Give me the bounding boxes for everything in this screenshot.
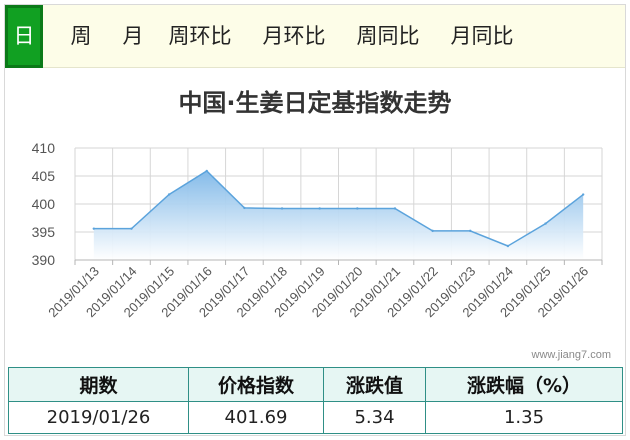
data-point	[581, 193, 585, 196]
summary-data-row: 2019/01/26 401.69 5.34 1.35	[8, 401, 623, 434]
tab-day[interactable]: 日	[5, 5, 43, 68]
y-tick-label: 390	[32, 252, 56, 268]
y-tick-label: 410	[32, 140, 56, 156]
data-point	[393, 207, 397, 210]
watermark: www.jiang7.com	[531, 349, 611, 361]
period-tab-bar: 日周月周环比 月环比 周同比 月同比	[5, 5, 625, 68]
y-tick-label: 395	[32, 224, 56, 240]
chart-title: 中国·生姜日定基指数走势	[178, 89, 451, 117]
tab-month[interactable]: 月	[109, 5, 157, 68]
data-point	[469, 229, 472, 233]
chart-area: 中国·生姜日定基指数走势 410 405 400 395 390 2019/01/13 201…	[5, 75, 625, 365]
header-change-value: 涨跌值	[323, 367, 426, 402]
data-point	[167, 193, 171, 196]
tab-month-on-month[interactable]: 月环比	[255, 5, 333, 68]
summary-header-row: 期数 价格指数 涨跌值 涨跌幅（%）	[8, 367, 623, 402]
data-point	[356, 207, 359, 210]
index-chart: 中国·生姜日定基指数走势4104054003953902019/01/13201…	[32, 89, 603, 320]
header-period: 期数	[8, 367, 189, 402]
data-point	[431, 229, 434, 233]
header-change-percent: 涨跌幅（%）	[425, 367, 623, 402]
cell-period: 2019/01/26	[8, 401, 189, 434]
data-point	[280, 207, 284, 210]
data-point	[506, 244, 510, 248]
data-point	[92, 227, 96, 230]
data-point	[544, 222, 547, 225]
tab-week-on-week[interactable]: 周环比	[161, 5, 239, 68]
cell-change-percent: 1.35	[425, 401, 623, 434]
cell-change-value: 5.34	[323, 401, 426, 434]
tab-week-yoy[interactable]: 周同比	[349, 5, 427, 68]
data-point	[318, 207, 321, 210]
chart-panel: 日周月周环比 月环比 周同比 月同比 中国·生姜日定基指数走势 410 405 400 395…	[4, 4, 626, 436]
tab-week[interactable]: 周	[57, 5, 105, 68]
y-tick-label: 400	[32, 196, 56, 212]
data-point	[130, 227, 133, 230]
data-point	[205, 169, 208, 173]
y-tick-label: 405	[32, 168, 56, 184]
summary-table: 期数 价格指数 涨跌值 涨跌幅（%） 2019/01/26 401.69 5.3…	[8, 367, 623, 434]
tab-month-yoy[interactable]: 月同比	[443, 5, 521, 68]
data-point	[243, 206, 246, 210]
cell-price-index: 401.69	[188, 401, 324, 434]
header-price-index: 价格指数	[188, 367, 324, 402]
